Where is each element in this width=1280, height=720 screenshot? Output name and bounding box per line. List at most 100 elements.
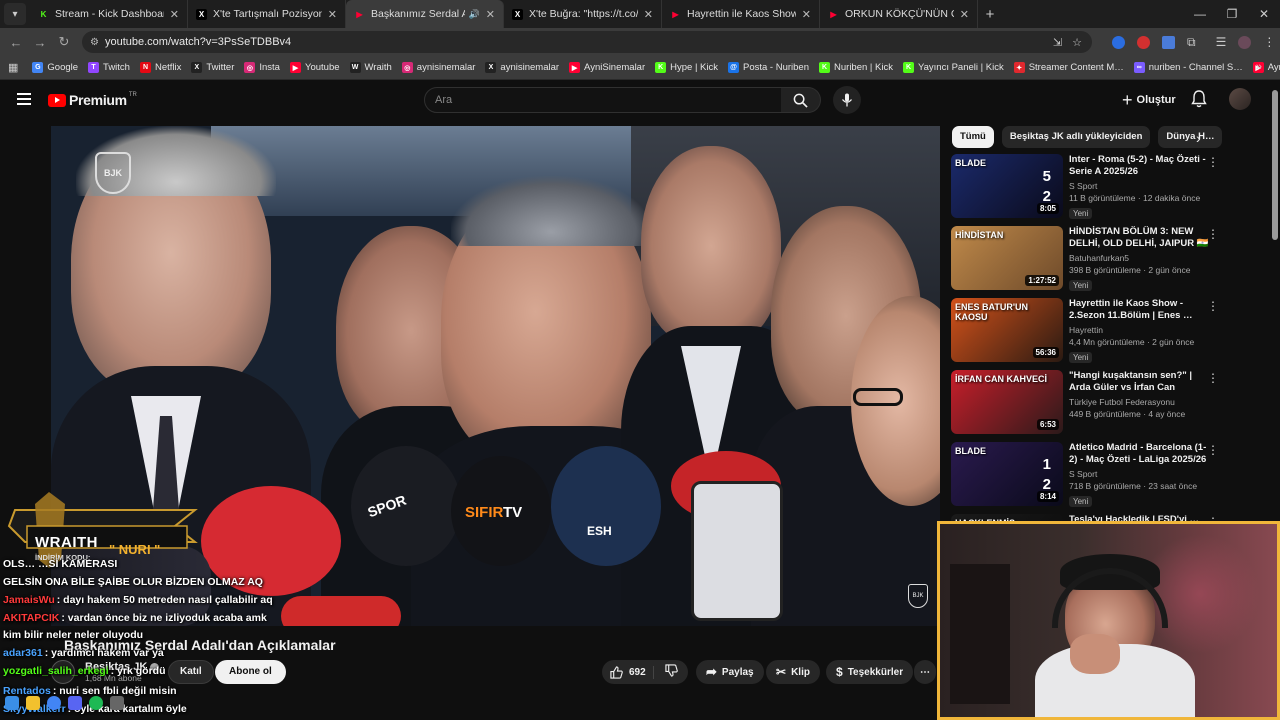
site-info-icon[interactable]: ⚙ <box>90 37 99 48</box>
recommendation-channel[interactable]: Türkiye Futbol Federasyonu <box>1069 397 1209 407</box>
recommendation-item[interactable]: HİNDİSTAN 1:27:52 HİNDİSTAN BÖLÜM 3: NEW D… <box>951 224 1221 296</box>
extension-icon[interactable] <box>1112 35 1125 49</box>
bookmark-item[interactable]: T Twitch <box>88 62 130 73</box>
restore-icon[interactable]: ❐ <box>1216 0 1248 28</box>
create-button[interactable]: + Oluştur <box>1112 88 1186 112</box>
recommendation-item[interactable]: İRFAN CAN KAHVECİ 6:53 "Hangi kuşaktansın … <box>951 368 1221 440</box>
filter-chip[interactable]: Tümü <box>952 126 994 148</box>
bookmark-item[interactable]: N Netflix <box>139 62 181 73</box>
recommendation-channel[interactable]: S Sport <box>1069 181 1209 191</box>
taskbar-app-icon[interactable] <box>110 696 124 710</box>
browser-tab[interactable]: ▶ Başkanımız Serdal Adalı'dan 🔊 ✕ <box>346 0 504 28</box>
shield-icon[interactable] <box>1162 35 1175 49</box>
address-bar[interactable]: ⚙ youtube.com/watch?v=3PsSeTDBBv4 ⇲ ☆ <box>82 31 1092 53</box>
taskbar-app-icon[interactable] <box>26 696 40 710</box>
search-button[interactable] <box>781 87 821 113</box>
bookmark-item[interactable]: ◎ aynisinemalar <box>401 62 475 73</box>
taskbar-app-icon[interactable] <box>5 696 19 710</box>
video-thumbnail[interactable]: İRFAN CAN KAHVECİ 6:53 <box>951 370 1063 434</box>
youtube-logo[interactable]: Premium TR <box>48 92 137 108</box>
recommendation-channel[interactable]: S Sport <box>1069 469 1209 479</box>
join-button[interactable]: Katıl <box>168 660 214 684</box>
filter-chip[interactable]: Beşiktaş JK adlı yükleyiciden <box>1001 126 1151 148</box>
video-thumbnail[interactable]: BLADE 1 2 8:14 <box>951 442 1063 506</box>
tab-close-icon[interactable]: ✕ <box>644 8 653 21</box>
tab-audio-icon[interactable]: 🔊 <box>469 9 480 20</box>
bookmark-item[interactable]: Xaynisinemalar <box>485 62 559 73</box>
bookmark-item[interactable]: @ Posta - Nuriben <box>728 62 809 73</box>
bookmark-item[interactable]: K Nuriben | Kick <box>819 62 893 73</box>
chat-username[interactable]: yozgatli_salih_erkegi <box>3 665 109 677</box>
browser-tab[interactable]: X X'te Buğra: "https://t.co/J9WM… ✕ <box>504 0 662 28</box>
tab-close-icon[interactable]: ✕ <box>328 8 337 21</box>
recommendation-channel[interactable]: Batuhanfurkan5 <box>1069 253 1209 263</box>
bookmark-item[interactable]: G Google <box>32 62 78 73</box>
chat-username[interactable]: adar361 <box>3 647 43 659</box>
browser-tab[interactable]: ▶ ORKUN KÖKÇÜ'NÜN GOLLERİ… ✕ <box>820 0 978 28</box>
recommendation-item[interactable]: BLADE 5 2 8:05 Inter - Roma (5-2) - Maç Özet… <box>951 152 1221 224</box>
bookmark-item[interactable]: ▶ AyniSinemalar <box>569 62 645 73</box>
more-actions-icon[interactable]: ⋯ <box>914 660 936 684</box>
tab-close-icon[interactable]: ✕ <box>486 8 495 21</box>
taskbar-app-icon[interactable] <box>89 696 103 710</box>
reading-list-icon[interactable]: ☰ <box>1216 35 1227 49</box>
bookmark-item[interactable]: W Wraith <box>349 62 392 73</box>
bookmark-item[interactable]: ✦ Streamer Content M… <box>1013 62 1124 73</box>
bookmark-item[interactable]: X Twitter <box>191 62 234 73</box>
bookmark-star-icon[interactable]: ☆ <box>1072 36 1082 49</box>
browser-tab[interactable]: K Stream - Kick Dashboard ✕ <box>30 0 188 28</box>
more-options-icon[interactable]: ⋮ <box>1207 371 1219 385</box>
subscribe-button[interactable]: Abone ol <box>215 660 286 684</box>
recommendation-channel[interactable]: Hayrettin <box>1069 325 1209 335</box>
recommendation-item[interactable]: BLADE 1 2 8:14 Atletico Madrid - Barcelona (… <box>951 440 1221 512</box>
video-thumbnail[interactable]: BLADE 5 2 8:05 <box>951 154 1063 218</box>
taskbar-app-icon[interactable] <box>68 696 82 710</box>
more-options-icon[interactable]: ⋮ <box>1207 443 1219 457</box>
new-tab-button[interactable]: + <box>978 6 1002 23</box>
tab-close-icon[interactable]: ✕ <box>802 8 811 21</box>
account-avatar[interactable] <box>1229 88 1251 110</box>
extensions-puzzle-icon[interactable]: ⧉ <box>1187 35 1196 50</box>
tab-search-icon[interactable]: ▾ <box>4 3 26 25</box>
browser-menu-icon[interactable]: ⋮ <box>1263 35 1275 49</box>
voice-search-button[interactable] <box>833 86 861 114</box>
video-thumbnail[interactable]: HİNDİSTAN 1:27:52 <box>951 226 1063 290</box>
recommendation-title[interactable]: HİNDİSTAN BÖLÜM 3: NEW DELHİ, OLD DELHİ,… <box>1069 226 1209 250</box>
share-button[interactable]: ➦ Paylaş <box>696 660 764 684</box>
recommendation-item[interactable]: ENES BATUR'UN KAOSU 56:36 Hayrettin ile Ka… <box>951 296 1221 368</box>
bookmarks-more-icon[interactable]: » <box>1256 61 1262 73</box>
browser-tab[interactable]: X X'te Tartışmalı Pozisyonlar: "FB … ✕ <box>188 0 346 28</box>
reload-icon[interactable]: ↻ <box>52 34 76 50</box>
clip-button[interactable]: ✂ Klip <box>766 660 820 684</box>
chat-username[interactable]: JamaisWu <box>3 594 55 606</box>
close-window-icon[interactable]: ✕ <box>1248 0 1280 28</box>
taskbar-app-icon[interactable] <box>47 696 61 710</box>
chat-username[interactable]: AKITAPCIK <box>3 612 59 624</box>
tab-close-icon[interactable]: ✕ <box>170 8 179 21</box>
bookmark-item[interactable]: ◎ Insta <box>244 62 280 73</box>
page-scrollbar[interactable] <box>1272 90 1278 240</box>
like-button[interactable]: 692 <box>602 665 654 679</box>
filter-chip[interactable]: Dünya H… <box>1158 126 1222 148</box>
bookmark-item[interactable]: K Hype | Kick <box>655 62 718 73</box>
bookmark-item[interactable]: K Yayıncı Paneli | Kick <box>902 62 1004 73</box>
chips-next-icon[interactable]: › <box>1196 130 1201 146</box>
profile-avatar[interactable] <box>1238 35 1252 49</box>
dislike-button[interactable] <box>654 664 688 680</box>
video-thumbnail[interactable]: ENES BATUR'UN KAOSU 56:36 <box>951 298 1063 362</box>
bookmark-item[interactable]: ▶ Youtube <box>289 62 340 73</box>
extension-icon[interactable] <box>1137 35 1150 49</box>
more-options-icon[interactable]: ⋮ <box>1207 299 1219 313</box>
bookmark-item[interactable]: ∞ nuriben - Channel S… <box>1133 62 1243 73</box>
apps-grid-icon[interactable]: ▦ <box>8 61 18 74</box>
back-icon[interactable]: ← <box>4 35 28 50</box>
notifications-bell-icon[interactable] <box>1191 90 1207 113</box>
tab-close-icon[interactable]: ✕ <box>960 8 969 21</box>
thanks-button[interactable]: $ Teşekkürler <box>826 660 914 684</box>
more-options-icon[interactable]: ⋮ <box>1207 155 1219 169</box>
browser-tab[interactable]: ▶ Hayrettin ile Kaos Show - 2.Sez… ✕ <box>662 0 820 28</box>
search-input[interactable]: Ara <box>424 87 782 113</box>
recommendation-title[interactable]: Atletico Madrid - Barcelona (1-2) - Maç … <box>1069 442 1209 466</box>
forward-icon[interactable]: → <box>28 35 52 50</box>
menu-hamburger-icon[interactable] <box>17 93 31 105</box>
